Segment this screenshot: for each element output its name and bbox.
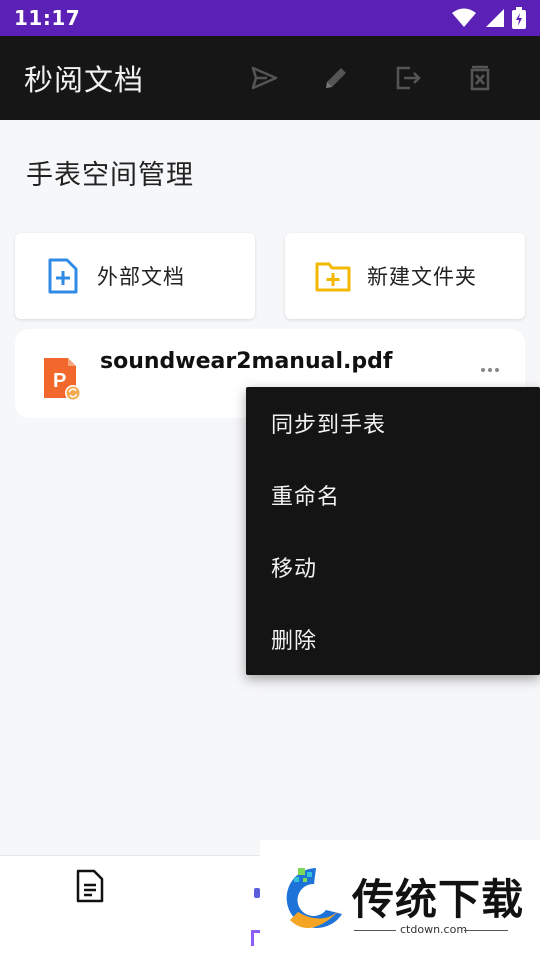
send-icon	[251, 66, 278, 90]
edit-icon	[326, 68, 346, 88]
more-dot	[488, 368, 492, 372]
menu-item-rename[interactable]: 重命名	[246, 459, 540, 531]
external-document-button[interactable]: 外部文档	[15, 233, 255, 319]
context-menu: 同步到手表 重命名 移动 删除	[246, 387, 540, 675]
exit-icon	[396, 66, 421, 90]
status-time: 11:17	[14, 6, 81, 30]
watermark-divider	[464, 930, 508, 931]
svg-text:P: P	[53, 370, 66, 392]
status-bar: 11:17	[0, 0, 540, 36]
menu-item-delete[interactable]: 删除	[246, 603, 540, 675]
new-folder-label: 新建文件夹	[367, 265, 477, 289]
watermark: 传统下载 ctdown.com	[260, 840, 540, 960]
menu-item-move[interactable]: 移动	[246, 531, 540, 603]
watermark-brand: 传统下载	[352, 875, 525, 924]
ppt-file-sync-icon: P	[44, 358, 81, 401]
signal-icon	[486, 9, 504, 27]
delete-icon	[470, 65, 490, 91]
send-button[interactable]	[228, 48, 300, 108]
edit-button[interactable]	[300, 48, 372, 108]
document-icon[interactable]	[75, 868, 105, 904]
wifi-icon	[452, 8, 476, 27]
battery-charging-icon	[512, 7, 526, 29]
more-dot	[495, 368, 499, 372]
page-title: 手表空间管理	[26, 160, 194, 191]
app-actions	[228, 48, 516, 108]
watermark-divider	[354, 930, 396, 931]
app-title: 秒阅文档	[24, 63, 145, 97]
app-bar: 秒阅文档	[0, 36, 540, 120]
more-options-button[interactable]	[475, 363, 505, 377]
file-add-icon	[45, 258, 81, 294]
status-icons	[452, 7, 526, 29]
brand-logo-icon	[286, 868, 342, 928]
file-name: soundwear2manual.pdf	[100, 349, 393, 374]
more-dot	[481, 368, 485, 372]
exit-button[interactable]	[372, 48, 444, 108]
folder-add-icon	[315, 258, 351, 294]
menu-item-sync-to-watch[interactable]: 同步到手表	[246, 387, 540, 459]
new-folder-button[interactable]: 新建文件夹	[285, 233, 525, 319]
delete-button[interactable]	[444, 48, 516, 108]
external-document-label: 外部文档	[97, 265, 185, 289]
watermark-site: ctdown.com	[400, 923, 468, 936]
